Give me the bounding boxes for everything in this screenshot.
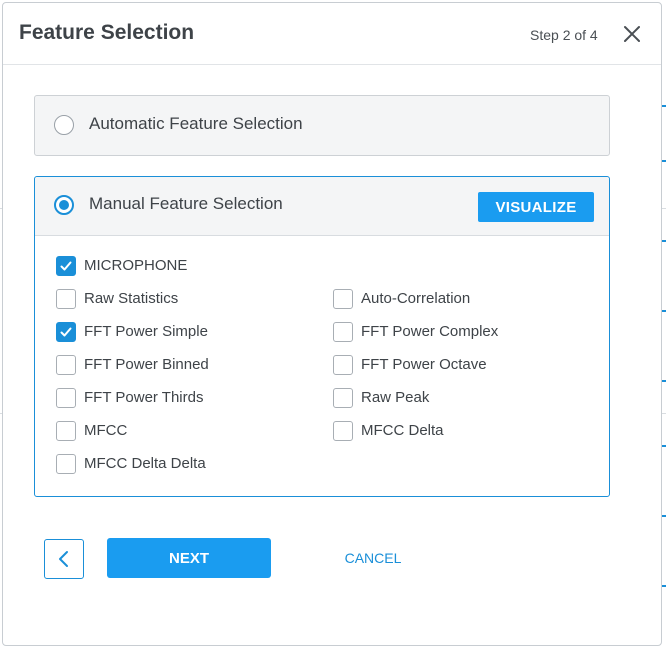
feature-label: MFCC Delta [361, 422, 444, 439]
chevron-left-icon [59, 551, 68, 567]
feature-label: FFT Power Octave [361, 356, 487, 373]
feature-checkbox[interactable] [333, 289, 353, 309]
manual-selection-option: Manual Feature Selection VISUALIZE MICRO… [34, 176, 610, 497]
feature-option-mfcc-delta-delta[interactable]: MFCC Delta Delta [56, 454, 306, 474]
feature-option-raw-statistics[interactable]: Raw Statistics [56, 289, 306, 309]
automatic-selection-label: Automatic Feature Selection [89, 114, 303, 133]
background-link-fragment [662, 445, 666, 447]
manual-selection-radio[interactable] [54, 195, 74, 215]
feature-option-fft-power-binned[interactable]: FFT Power Binned [56, 355, 306, 375]
feature-label: FFT Power Simple [84, 323, 208, 340]
background-link-fragment [662, 380, 666, 382]
feature-option-fft-power-simple[interactable]: FFT Power Simple [56, 322, 306, 342]
feature-checkbox[interactable] [56, 421, 76, 441]
background-link-fragment [662, 310, 666, 312]
feature-option-fft-power-octave[interactable]: FFT Power Octave [333, 355, 583, 375]
feature-checkbox[interactable] [56, 256, 76, 276]
feature-option-mfcc-delta[interactable]: MFCC Delta [333, 421, 583, 441]
feature-option-fft-power-complex[interactable]: FFT Power Complex [333, 322, 583, 342]
close-button[interactable] [621, 23, 643, 45]
manual-selection-label: Manual Feature Selection [89, 194, 283, 213]
feature-label: MICROPHONE [84, 257, 188, 274]
background-link-fragment [662, 240, 666, 242]
background-link-fragment [662, 515, 666, 517]
manual-selection-header[interactable]: Manual Feature Selection VISUALIZE [35, 177, 609, 236]
background-link-fragment [662, 105, 666, 107]
feature-label: FFT Power Binned [84, 356, 209, 373]
automatic-selection-option[interactable]: Automatic Feature Selection [34, 95, 610, 156]
feature-checkbox[interactable] [56, 289, 76, 309]
cancel-button[interactable]: CANCEL [323, 538, 423, 578]
visualize-button[interactable]: VISUALIZE [478, 192, 594, 222]
feature-checkbox[interactable] [333, 355, 353, 375]
feature-option-auto-correlation[interactable]: Auto-Correlation [333, 289, 583, 309]
feature-option-microphone[interactable]: MICROPHONE [56, 256, 306, 276]
close-icon [624, 26, 640, 42]
back-button[interactable] [44, 539, 84, 579]
checkmark-icon [60, 327, 72, 337]
feature-option-mfcc[interactable]: MFCC [56, 421, 306, 441]
feature-checkbox[interactable] [333, 322, 353, 342]
feature-selection-dialog: Feature Selection Step 2 of 4 Automatic … [2, 2, 662, 646]
feature-label: FFT Power Complex [361, 323, 499, 340]
feature-checkbox[interactable] [56, 322, 76, 342]
feature-label: Raw Statistics [84, 290, 179, 307]
feature-checkbox[interactable] [56, 355, 76, 375]
feature-option-raw-peak[interactable]: Raw Peak [333, 388, 583, 408]
radio-selected-dot [59, 200, 69, 210]
background-link-fragment [662, 585, 666, 587]
dialog-header: Feature Selection Step 2 of 4 [3, 3, 661, 65]
feature-checkbox[interactable] [333, 388, 353, 408]
feature-label: MFCC [84, 422, 128, 439]
feature-checkbox[interactable] [56, 388, 76, 408]
feature-label: Auto-Correlation [361, 290, 471, 307]
dialog-title: Feature Selection [19, 21, 195, 44]
feature-checkbox[interactable] [56, 454, 76, 474]
automatic-selection-radio[interactable] [54, 115, 74, 135]
checkmark-icon [60, 261, 72, 271]
next-button[interactable]: NEXT [107, 538, 271, 578]
feature-checkbox[interactable] [333, 421, 353, 441]
step-indicator: Step 2 of 4 [530, 27, 598, 43]
background-link-fragment [662, 160, 666, 162]
feature-label: FFT Power Thirds [84, 389, 204, 406]
feature-label: Raw Peak [361, 389, 430, 406]
feature-option-fft-power-thirds[interactable]: FFT Power Thirds [56, 388, 306, 408]
feature-label: MFCC Delta Delta [84, 455, 206, 472]
